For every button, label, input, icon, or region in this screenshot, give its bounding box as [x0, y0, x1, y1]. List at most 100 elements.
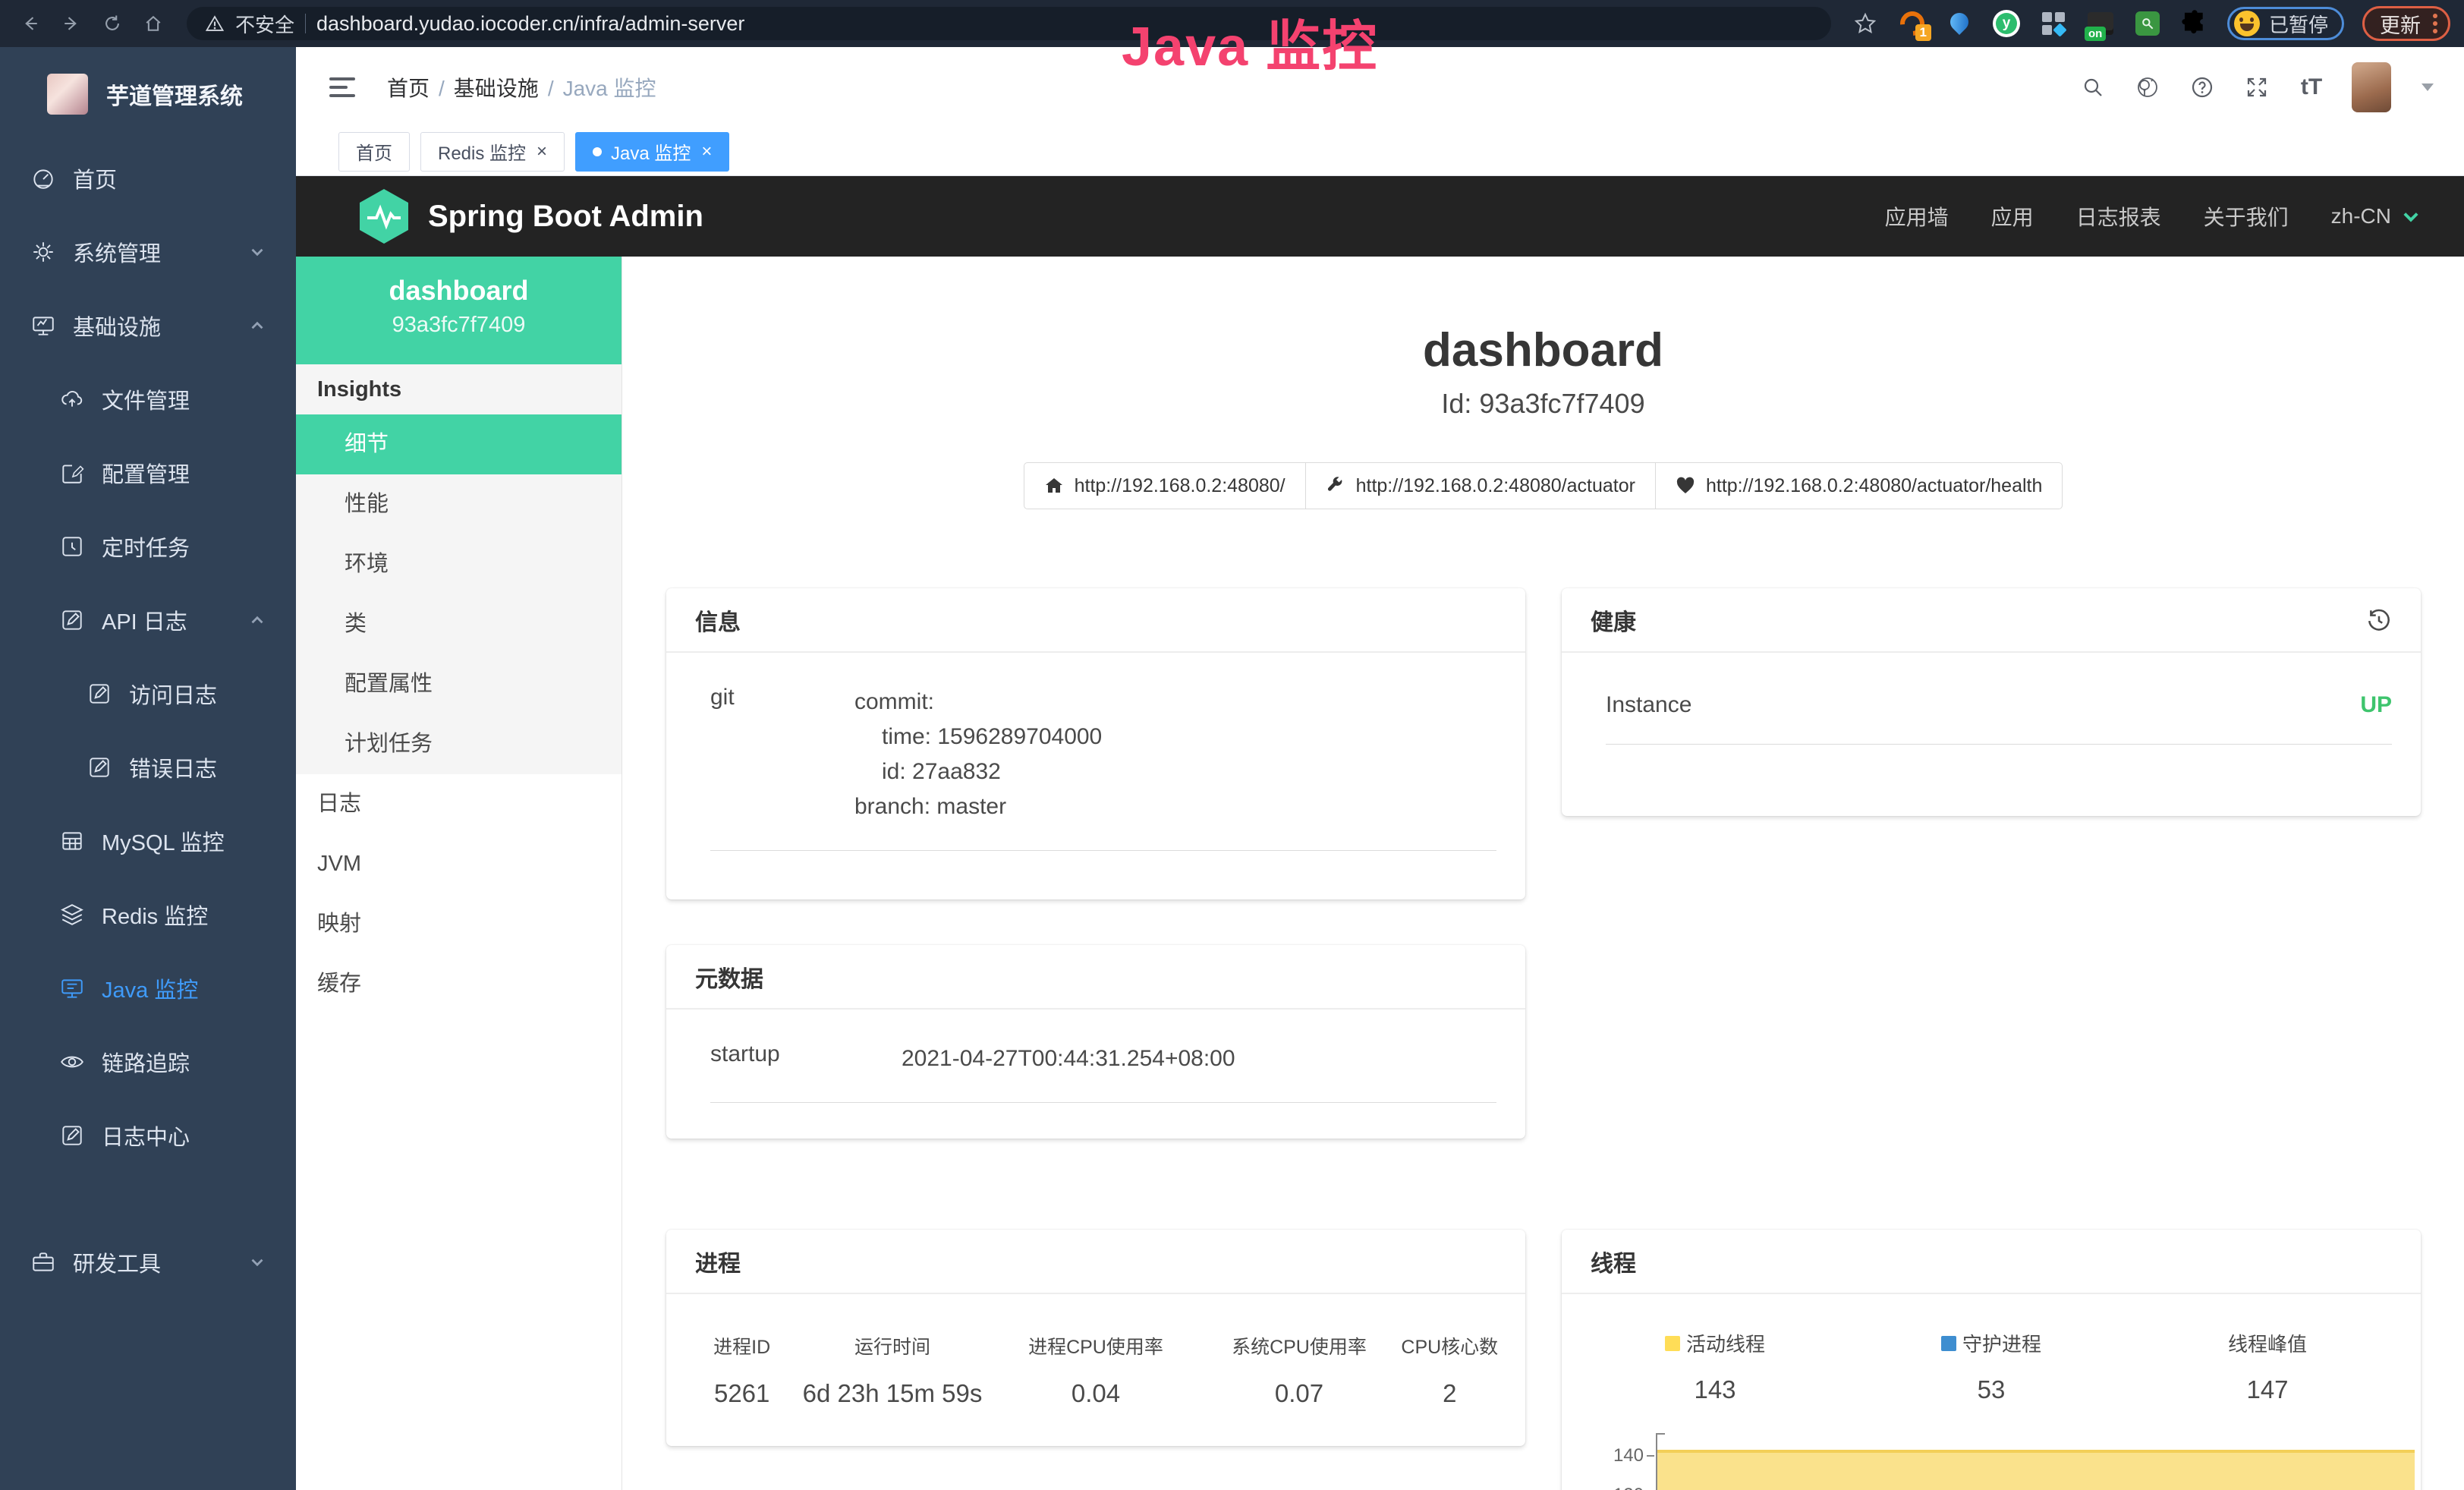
paused-label: 已暂停	[2269, 10, 2328, 38]
browser-update-button[interactable]: 更新	[2362, 6, 2450, 41]
breadcrumb-home[interactable]: 首页	[387, 72, 445, 102]
active-dot	[593, 147, 602, 156]
sba-menu-metrics[interactable]: 性能	[296, 474, 622, 534]
sidebar-item-config-management[interactable]: 配置管理	[0, 436, 296, 509]
browser-menu-icon[interactable]	[2433, 14, 2437, 33]
sba-nav-wallboard[interactable]: 应用墙	[1885, 201, 1949, 232]
heart-icon	[1676, 476, 1695, 496]
tab-home[interactable]: 首页	[338, 132, 410, 172]
sidebar-item-mysql-monitor[interactable]: MySQL 监控	[0, 804, 296, 877]
browser-back-button[interactable]	[14, 7, 47, 40]
sba-menu-config-props[interactable]: 配置属性	[296, 654, 622, 714]
actuator-url-button[interactable]: http://192.168.0.2:48080/actuator	[1305, 462, 1656, 509]
sba-menu-caches[interactable]: 缓存	[296, 954, 622, 1014]
sba-nav-applications[interactable]: 应用	[1991, 201, 2034, 232]
sidebar-item-scheduled-jobs[interactable]: 定时任务	[0, 509, 296, 583]
info-panel: 信息 git commit: time: 1596289704000 id: 2…	[666, 588, 1525, 899]
sidebar-item-api-log[interactable]: API 日志	[0, 583, 296, 657]
extension-proxy-icon[interactable]: 1	[1898, 9, 1927, 38]
page-url[interactable]: dashboard.yudao.iocoder.cn/infra/admin-s…	[316, 12, 744, 36]
sidebar-item-error-log[interactable]: 错误日志	[0, 730, 296, 804]
extension-leaf-icon[interactable]	[2133, 9, 2162, 38]
table-icon	[59, 828, 85, 854]
status-badge: UP	[2360, 692, 2392, 718]
sidebar-toggle-icon[interactable]	[329, 71, 363, 104]
search-icon[interactable]	[2079, 73, 2107, 102]
instance-header[interactable]: dashboard 93a3fc7f7409	[296, 257, 622, 364]
metadata-panel-title: 元数据	[695, 960, 763, 994]
daemon-threads-value: 53	[1853, 1375, 2129, 1404]
breadcrumb: 首页 基础设施 Java 监控	[387, 72, 666, 102]
sidebar-item-access-log[interactable]: 访问日志	[0, 657, 296, 730]
sba-menu-logs[interactable]: 日志	[296, 774, 622, 834]
security-label[interactable]: 不安全	[235, 10, 294, 38]
sidebar-item-redis-monitor[interactable]: Redis 监控	[0, 877, 296, 951]
help-icon[interactable]	[2188, 73, 2217, 102]
close-icon[interactable]	[537, 143, 547, 161]
health-history-icon[interactable]	[2366, 607, 2392, 633]
sidebar-item-dev-tools[interactable]: 研发工具	[0, 1225, 296, 1299]
extension-switch-icon[interactable]: on	[2086, 9, 2115, 38]
sba-menu-mappings[interactable]: 映射	[296, 894, 622, 954]
tab-java-monitor[interactable]: Java 监控	[575, 132, 729, 172]
threads-panel-title: 线程	[1591, 1245, 1636, 1278]
layers-icon	[59, 902, 85, 928]
fullscreen-icon[interactable]	[2242, 73, 2271, 102]
process-col-uptime: 运行时间	[795, 1332, 990, 1359]
address-bar[interactable]: 不安全 dashboard.yudao.iocoder.cn/infra/adm…	[187, 7, 1831, 40]
health-row-label: Instance	[1606, 692, 1691, 718]
extension-pin-icon[interactable]	[1945, 9, 1974, 38]
axis-tick	[1647, 1455, 1654, 1457]
browser-reload-button[interactable]	[96, 7, 129, 40]
github-icon[interactable]	[2133, 73, 2162, 102]
avatar-caret-icon[interactable]	[2422, 83, 2434, 91]
text-size-icon[interactable]: tT	[2297, 73, 2326, 102]
health-url-button[interactable]: http://192.168.0.2:48080/actuator/health	[1655, 462, 2063, 509]
sidebar-item-file-management[interactable]: 文件管理	[0, 362, 296, 436]
browser-home-button[interactable]	[137, 7, 170, 40]
process-col-system-cpu: 系统CPU使用率	[1201, 1332, 1396, 1359]
sidebar-item-tracing[interactable]: 链路追踪	[0, 1025, 296, 1098]
sba-menu-details[interactable]: 细节	[296, 414, 622, 474]
sba-menu-classes[interactable]: 类	[296, 594, 622, 654]
extension-puzzle-icon[interactable]	[2180, 9, 2209, 38]
sba-nav-about[interactable]: 关于我们	[2204, 201, 2289, 232]
info-panel-title: 信息	[695, 603, 741, 637]
sidebar-item-home[interactable]: 首页	[0, 141, 296, 215]
extension-on-badge: on	[2085, 27, 2106, 41]
sidebar-item-log-center[interactable]: 日志中心	[0, 1098, 296, 1172]
sba-menu-scheduled-tasks[interactable]: 计划任务	[296, 714, 622, 774]
browser-forward-button[interactable]	[55, 7, 88, 40]
instance-name: dashboard	[296, 275, 622, 307]
sba-menu-environment[interactable]: 环境	[296, 534, 622, 594]
home-icon	[1044, 476, 1064, 496]
process-col-process-cpu: 进程CPU使用率	[990, 1332, 1202, 1359]
cpu-cores-value: 2	[1397, 1379, 1503, 1408]
sba-nav-journal[interactable]: 日志报表	[2076, 201, 2161, 232]
instance-links: http://192.168.0.2:48080/ http://192.168…	[622, 462, 2464, 509]
sba-brand-title[interactable]: Spring Boot Admin	[428, 200, 703, 234]
tab-redis-monitor[interactable]: Redis 监控	[420, 132, 565, 172]
breadcrumb-infrastructure[interactable]: 基础设施	[454, 72, 554, 102]
git-branch-line: branch: master	[854, 789, 1496, 824]
handwritten-annotation: Java 监控	[1122, 2, 1378, 81]
info-row-label: git	[710, 685, 854, 824]
extension-grid-icon[interactable]	[2039, 9, 2068, 38]
security-warning-icon[interactable]	[205, 14, 225, 33]
active-threads-value: 143	[1577, 1375, 1853, 1404]
extension-y-icon[interactable]: y	[1992, 9, 2021, 38]
sidebar-item-system[interactable]: 系统管理	[0, 215, 296, 288]
service-url-button[interactable]: http://192.168.0.2:48080/	[1024, 462, 1306, 509]
brand-row[interactable]: 芋道管理系统	[0, 47, 296, 141]
sba-language-select[interactable]: zh-CN	[2331, 204, 2422, 228]
log-icon	[87, 754, 112, 780]
bookmark-star-icon[interactable]	[1851, 9, 1880, 38]
sidebar-item-java-monitor[interactable]: Java 监控	[0, 951, 296, 1025]
page-title: dashboard	[622, 323, 2464, 377]
sidebar-item-infrastructure[interactable]: 基础设施	[0, 288, 296, 362]
close-icon[interactable]	[701, 143, 712, 161]
profile-paused-chip[interactable]: 已暂停	[2227, 7, 2344, 40]
sba-menu-jvm[interactable]: JVM	[296, 834, 622, 894]
avatar[interactable]	[2352, 62, 2391, 112]
process-uptime-value: 6d 23h 15m 59s	[795, 1379, 990, 1408]
